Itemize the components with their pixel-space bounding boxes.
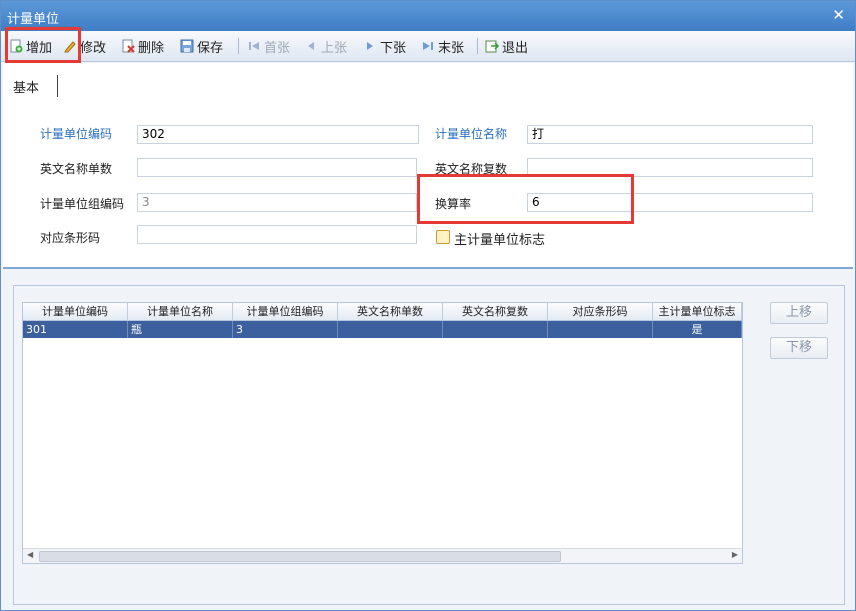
edit-label: 修改 bbox=[80, 40, 107, 56]
scroll-left-icon[interactable]: ◀ bbox=[27, 550, 33, 559]
en-singular-input[interactable] bbox=[137, 158, 417, 177]
title-bar: 计量单位 ✕ bbox=[1, 1, 855, 31]
add-button[interactable]: 增加 bbox=[9, 37, 53, 56]
dialog-window: 计量单位 ✕ 增加 修改 删除 保存 首张 上张 下张 末张 退出 基本 计量单… bbox=[0, 0, 856, 611]
exit-icon bbox=[485, 39, 500, 53]
table-row[interactable]: 301 瓶 3 是 bbox=[23, 321, 742, 338]
rate-label: 换算率 bbox=[435, 197, 472, 211]
add-doc-icon bbox=[9, 39, 23, 53]
column-header[interactable]: 计量单位编码 bbox=[23, 303, 128, 320]
unit-code-input[interactable] bbox=[137, 125, 419, 144]
next-button[interactable]: 下张 bbox=[363, 37, 407, 56]
column-header[interactable]: 计量单位名称 bbox=[128, 303, 233, 320]
basic-form: 计量单位编码 计量单位名称 英文名称单数 英文名称复数 计量单位组编码 换算率 … bbox=[3, 99, 853, 269]
tab-basic[interactable]: 基本 bbox=[13, 77, 39, 96]
toolbar-divider bbox=[477, 38, 478, 54]
exit-button[interactable]: 退出 bbox=[485, 37, 529, 56]
first-label: 首张 bbox=[264, 40, 291, 56]
next-label: 下张 bbox=[380, 40, 407, 56]
scroll-right-icon[interactable]: ▶ bbox=[732, 550, 738, 559]
barcode-label: 对应条形码 bbox=[40, 231, 101, 245]
units-grid: 计量单位编码 计量单位名称 计量单位组编码 英文名称单数 英文名称复数 对应条形… bbox=[22, 302, 743, 564]
grid-header: 计量单位编码 计量单位名称 计量单位组编码 英文名称单数 英文名称复数 对应条形… bbox=[23, 303, 742, 321]
last-record-icon bbox=[421, 39, 435, 53]
rate-input[interactable] bbox=[527, 193, 813, 212]
unit-name-label: 计量单位名称 bbox=[435, 127, 508, 141]
last-label: 末张 bbox=[438, 40, 465, 56]
table-cell: 3 bbox=[233, 321, 338, 338]
next-record-icon bbox=[363, 39, 377, 53]
column-header[interactable]: 计量单位组编码 bbox=[233, 303, 338, 320]
table-cell: 是 bbox=[653, 321, 742, 338]
horizontal-scrollbar[interactable]: ◀ ▶ bbox=[23, 548, 742, 563]
save-button[interactable]: 保存 bbox=[180, 37, 224, 56]
pencil-icon bbox=[63, 39, 77, 53]
add-label: 增加 bbox=[26, 40, 53, 56]
table-cell: 瓶 bbox=[128, 321, 233, 338]
edit-button[interactable]: 修改 bbox=[63, 37, 107, 56]
toolbar-divider bbox=[238, 38, 239, 54]
move-down-button[interactable]: 下移 bbox=[770, 337, 828, 359]
table-cell: 301 bbox=[23, 321, 128, 338]
en-plural-label: 英文名称复数 bbox=[435, 162, 508, 176]
first-button[interactable]: 首张 bbox=[247, 37, 291, 56]
exit-label: 退出 bbox=[502, 40, 529, 56]
main-unit-checkbox[interactable] bbox=[436, 230, 450, 244]
en-singular-label: 英文名称单数 bbox=[40, 162, 113, 176]
last-button[interactable]: 末张 bbox=[421, 37, 465, 56]
barcode-input[interactable] bbox=[137, 225, 417, 244]
column-header[interactable]: 英文名称单数 bbox=[338, 303, 443, 320]
delete-button[interactable]: 删除 bbox=[121, 37, 165, 56]
group-code-input[interactable] bbox=[137, 193, 417, 212]
delete-doc-icon bbox=[121, 39, 135, 53]
group-code-label: 计量单位组编码 bbox=[40, 197, 125, 211]
prev-record-icon bbox=[304, 39, 318, 53]
unit-code-label: 计量单位编码 bbox=[40, 127, 113, 141]
tab-divider bbox=[57, 75, 58, 97]
column-header[interactable]: 英文名称复数 bbox=[443, 303, 548, 320]
move-up-button[interactable]: 上移 bbox=[770, 302, 828, 324]
unit-name-input[interactable] bbox=[527, 125, 813, 144]
first-record-icon bbox=[247, 39, 261, 53]
scroll-thumb[interactable] bbox=[39, 551, 561, 562]
list-panel: 计量单位编码 计量单位名称 计量单位组编码 英文名称单数 英文名称复数 对应条形… bbox=[13, 285, 845, 605]
prev-button[interactable]: 上张 bbox=[304, 37, 348, 56]
save-icon bbox=[180, 39, 194, 53]
column-header[interactable]: 对应条形码 bbox=[548, 303, 653, 320]
delete-label: 删除 bbox=[138, 40, 165, 56]
table-cell bbox=[443, 321, 548, 338]
close-icon[interactable]: ✕ bbox=[832, 6, 845, 24]
tab-strip: 基本 bbox=[3, 63, 853, 99]
en-plural-input[interactable] bbox=[527, 158, 813, 177]
save-label: 保存 bbox=[197, 40, 224, 56]
toolbar: 增加 修改 删除 保存 首张 上张 下张 末张 退出 bbox=[1, 31, 855, 62]
prev-label: 上张 bbox=[321, 40, 348, 56]
main-unit-label: 主计量单位标志 bbox=[454, 233, 546, 248]
table-cell bbox=[338, 321, 443, 338]
column-header[interactable]: 主计量单位标志 bbox=[653, 303, 742, 320]
table-cell bbox=[548, 321, 653, 338]
window-title: 计量单位 bbox=[7, 12, 60, 27]
